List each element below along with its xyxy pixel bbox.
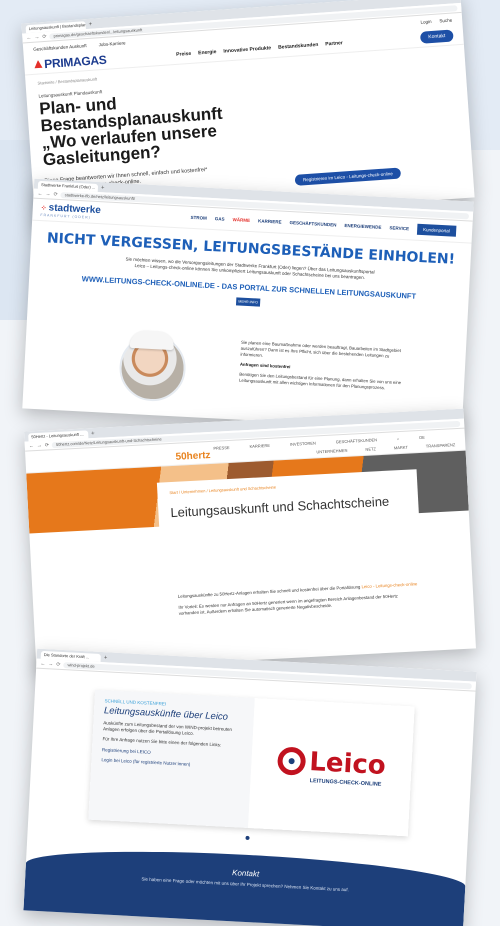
nav-item[interactable]: GAS [215,216,225,222]
title-panel: Start / Unternehmen / Leitungsauskunft u… [156,469,422,583]
screenshot-stadtwerke: Stadtwerke Frankfurt (Oder) ... + ← → ⟳ … [22,178,474,432]
nav-item[interactable]: Bestandskunden [278,41,319,50]
nav-item[interactable]: NETZ [365,446,376,452]
nav-item[interactable]: ENERGIEWENDE [344,223,381,230]
login-link[interactable]: Login bei Leico (für registrierte Nutzer… [101,757,241,769]
reload-icon[interactable]: ⟳ [42,33,47,39]
customer-portal-button[interactable]: Kundenportal [416,223,457,237]
nav-item[interactable]: Preise [176,50,191,57]
contact-button[interactable]: Kontakt [419,29,454,44]
forward-icon[interactable]: → [37,442,42,448]
flame-icon [34,60,43,69]
back-icon[interactable]: ← [40,660,45,666]
forward-icon[interactable]: → [34,34,39,40]
nav-item[interactable]: Partner [325,40,343,47]
top-link[interactable]: Jobs-Karriere [98,40,125,47]
leico-pin-icon [276,746,307,776]
nav-item[interactable]: UNTERNEHMEN [316,448,347,455]
contact-footer: Kontakt Sie haben eine Frage oder möchte… [23,843,467,926]
leico-info-card: SCHNELL UND KOSTENFREI Leitungsauskünfte… [88,689,415,837]
card-text-column: SCHNELL UND KOSTENFREI Leitungsauskünfte… [88,689,255,828]
new-tab-icon[interactable]: + [88,21,92,29]
brand-suffix: hertz [186,449,211,463]
search-icon[interactable]: ⌕ [397,436,400,441]
reload-icon[interactable]: ⟳ [56,661,61,667]
logo-dots-icon: ⁘ [40,204,47,212]
back-icon[interactable]: ← [37,190,42,196]
nav-item[interactable]: INVESTOREN [290,440,316,446]
nav-item[interactable]: KARRIERE [258,218,282,224]
language-switch[interactable]: DE [419,435,425,440]
nav-item[interactable]: KARRIERE [249,443,270,449]
nav-item[interactable]: SERVICE [389,225,409,231]
nav-item[interactable]: Energie [198,49,217,56]
new-tab-icon[interactable]: + [104,654,108,662]
carousel-dot[interactable] [245,835,250,841]
stadtwerke-logo[interactable]: ⁘ stadtwerke FRANKFURT (ODER) [40,202,101,220]
search-link[interactable]: Suche [439,17,452,23]
top-link[interactable]: Geschäftskunden Auskunft [33,43,87,52]
brand-name: PRIMAGAS [43,52,107,71]
back-icon[interactable]: ← [26,34,31,40]
hardhat-shape [129,329,175,351]
brand-prefix: 50 [175,451,187,463]
more-info-button[interactable]: MEHR INFO [235,297,261,307]
nav-item[interactable]: MARKT [394,445,408,451]
body-text: Leitungsauskünfte zu 50Hertz-Anlagen erh… [178,581,419,617]
leico-link[interactable]: Leico - Leitungs-check-online [361,581,417,589]
leico-logo: Leico LEITUNGS-CHECK-ONLINE [248,698,415,837]
screenshot-wind-projekt: Die Standorte der Kraft ... + ← → ⟳ wind… [23,648,477,926]
nav-item[interactable]: Innovative Produkte [223,45,271,54]
main-nav: STROM GAS WÄRME KARRIERE GESCHÄFTSKUNDEN… [191,215,410,231]
nav-item[interactable]: PRESSE [213,445,229,451]
body-text: Sie planen eine Baumaßnahme oder werden … [239,340,411,393]
page-title: Leitungsauskunft und Schachtscheine [170,493,390,521]
50hertz-logo[interactable]: 50hertz [175,450,211,463]
body-bold-text: Anfragen sind kostenfrei [239,361,291,370]
nav-item[interactable]: STROM [191,215,207,221]
new-tab-icon[interactable]: + [91,430,95,438]
nav-item[interactable]: GESCHÄFTSKUNDEN [289,220,336,227]
new-tab-icon[interactable]: + [101,184,105,192]
page-title: Plan- und Bestandsplanauskunft „Wo verla… [38,94,224,170]
nav-item[interactable]: GESCHÄFTSKUNDEN [336,437,378,444]
login-link[interactable]: Login [420,18,431,24]
nav-item-active[interactable]: WÄRME [232,217,250,223]
primagas-logo[interactable]: PRIMAGAS [34,52,107,71]
leico-wordmark: Leico [308,747,387,782]
forward-icon[interactable]: → [48,661,53,667]
nav-item[interactable]: TRANSPARENZ [426,442,456,449]
reload-icon[interactable]: ⟳ [53,191,58,197]
reload-icon[interactable]: ⟳ [45,442,50,448]
back-icon[interactable]: ← [29,443,34,449]
breadcrumb: Start / Unternehmen / Leitungsauskunft u… [169,484,277,496]
screenshot-50hertz: 50Hertz - Leitungsauskunft ... + ← → ⟳ 5… [24,408,476,672]
forward-icon[interactable]: → [45,191,50,197]
